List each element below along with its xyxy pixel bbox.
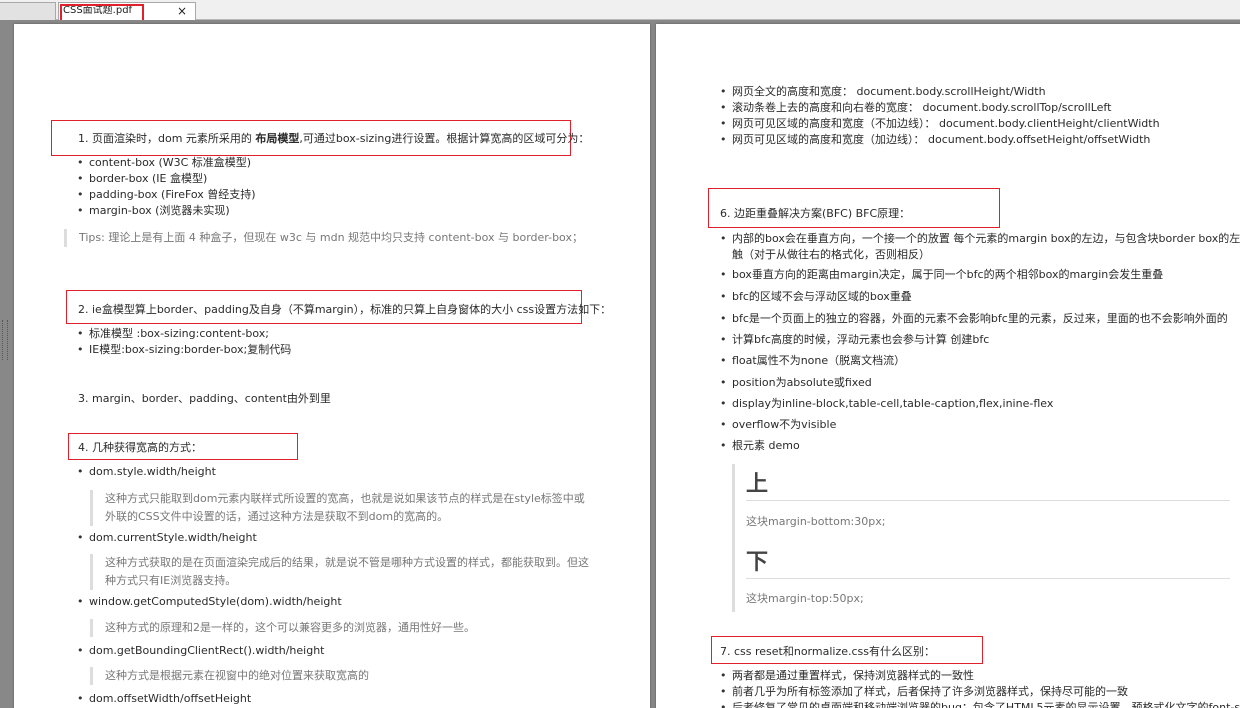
demo-top-heading: 上 xyxy=(746,472,769,497)
q1-heading: 1. 页面渲染时，dom 元素所采用的 布局模型,可通过box-sizing进行… xyxy=(78,131,589,147)
list-item: content-box (W3C 标准盒模型) xyxy=(77,155,251,171)
list-item: 后者修复了常见的桌面端和移动端浏览器的bug：包含了HTML5元素的显示设置，预… xyxy=(720,700,1240,708)
list-item: 滚动条卷上去的高度和向右卷的宽度： document.body.scrollTo… xyxy=(720,100,1111,116)
list-item: bfc的区域不会与浮动区域的box重叠 xyxy=(720,289,912,305)
list-item: box垂直方向的距离由margin决定，属于同一个bfc的两个相邻box的mar… xyxy=(720,267,1163,283)
list-item: float属性不为none（脱离文档流） xyxy=(720,353,905,369)
divider xyxy=(746,500,1230,501)
list-item-description: 这种方式的原理和2是一样的，这个可以兼容更多的浏览器，通用性好一些。 xyxy=(90,619,590,637)
list-item: 网页全文的高度和宽度： document.body.scrollHeight/W… xyxy=(720,84,1046,100)
list-item: dom.getBoundingClientRect().width/height xyxy=(77,643,324,659)
pdf-viewer[interactable]: 1. 页面渲染时，dom 元素所采用的 布局模型,可通过box-sizing进行… xyxy=(0,20,1240,708)
q1-heading-bold: 布局模型 xyxy=(255,132,300,145)
q2-heading: 2. ie盒模型算上border、padding及自身（不算margin），标准… xyxy=(78,303,612,316)
list-item: overflow不为visible xyxy=(720,417,836,433)
list-item: 网页可见区域的高度和宽度（加边线）： document.body.offsetH… xyxy=(720,132,1150,148)
list-item: 网页可见区域的高度和宽度（不加边线）： document.body.client… xyxy=(720,116,1160,132)
tab-previous[interactable] xyxy=(0,2,56,20)
list-item: 两者都是通过重置样式，保持浏览器样式的一致性 xyxy=(720,668,974,684)
close-icon[interactable]: × xyxy=(177,3,187,19)
list-item-description: 这种方式是根据元素在视窗中的绝对位置来获取宽高的 xyxy=(90,667,590,685)
q1-tips: Tips: 理论上是有上面 4 种盒子，但现在 w3c 与 mdn 规范中均只支… xyxy=(64,229,604,247)
q4-heading: 4. 几种获得宽高的方式： xyxy=(78,441,202,454)
list-item: border-box (IE 盒模型) xyxy=(77,171,207,187)
demo-bottom-heading: 下 xyxy=(746,550,769,575)
divider xyxy=(746,578,1230,579)
demo-top-text: 这块margin-bottom:30px; xyxy=(746,515,886,528)
list-item-description: 这种方式只能取到dom元素内联样式所设置的宽高，也就是说如果该节点的样式是在st… xyxy=(90,490,590,526)
tab-bar: CSS面试题.pdf × xyxy=(0,0,1240,24)
list-item: 标准模型 :box-sizing:content-box; xyxy=(77,326,269,342)
list-item-description: 这种方式获取的是在页面渲染完成后的结果，就是说不管是哪种方式设置的样式，都能获取… xyxy=(90,554,590,590)
list-item: position为absolute或fixed xyxy=(720,375,872,391)
list-item: dom.offsetWidth/offsetHeight xyxy=(77,691,251,707)
list-item: dom.style.width/height xyxy=(77,464,216,480)
tab-active-document[interactable]: CSS面试题.pdf × xyxy=(58,2,196,24)
panel-resize-handle[interactable] xyxy=(2,320,8,360)
q3-heading: 3. margin、border、padding、content由外到里 xyxy=(78,392,331,405)
pdf-page-right: 网页全文的高度和宽度： document.body.scrollHeight/W… xyxy=(656,24,1240,708)
list-item: bfc是一个页面上的独立的容器，外面的元素不会影响bfc里的元素，反过来，里面的… xyxy=(720,311,1228,327)
q6-heading: 6. 边距重叠解决方案(BFC) BFC原理： xyxy=(720,207,911,220)
list-item: 计算bfc高度的时候，浮动元素也会参与计算 创建bfc xyxy=(720,332,989,348)
list-item: 根元素 demo xyxy=(720,438,800,454)
list-item-continuation: 触（对于从做往右的格式化，否则相反） xyxy=(732,248,930,261)
demo-quote-bar xyxy=(732,464,735,612)
q7-heading: 7. css reset和normalize.css有什么区别： xyxy=(720,645,936,658)
demo-bottom-text: 这块margin-top:50px; xyxy=(746,592,864,605)
list-item: dom.currentStyle.width/height xyxy=(77,530,257,546)
pdf-page-left: 1. 页面渲染时，dom 元素所采用的 布局模型,可通过box-sizing进行… xyxy=(14,24,650,708)
list-item: display为inline-block,table-cell,table-ca… xyxy=(720,396,1053,412)
list-item: padding-box (FireFox 曾经支持) xyxy=(77,187,256,203)
q1-heading-suffix: ,可通过box-sizing进行设置。根据计算宽高的区域可分为： xyxy=(299,132,590,145)
list-item: margin-box (浏览器未实现) xyxy=(77,203,230,219)
q1-heading-prefix: 1. 页面渲染时，dom 元素所采用的 xyxy=(78,132,256,145)
list-item: 内部的box会在垂直方向，一个接一个的放置 每个元素的margin box的左边… xyxy=(720,231,1240,247)
list-item: window.getComputedStyle(dom).width/heigh… xyxy=(77,594,342,610)
list-item: 前者几乎为所有标签添加了样式，后者保持了许多浏览器样式，保持尽可能的一致 xyxy=(720,684,1128,700)
list-item: IE模型:box-sizing:border-box;复制代码 xyxy=(77,342,291,358)
